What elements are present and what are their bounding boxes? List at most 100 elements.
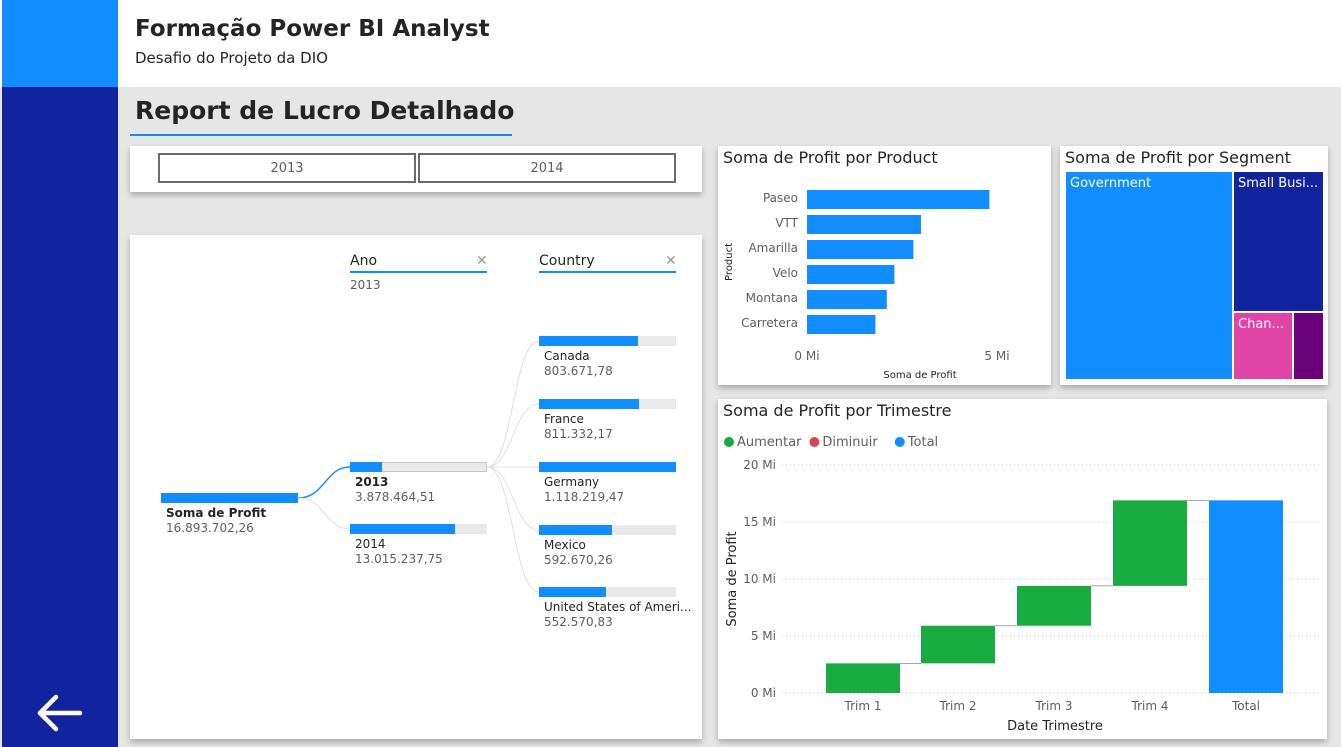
level-header-country: Country (539, 253, 595, 269)
node-bar (539, 399, 639, 409)
y-tick-label: 5 Mi (751, 629, 776, 643)
legend-label: Diminuir (822, 435, 878, 450)
connector-root-2013 (297, 466, 351, 499)
back-arrow-button[interactable] (34, 690, 86, 736)
node-label: 2014 (355, 537, 386, 551)
arrow-left-icon (37, 694, 83, 732)
close-icon[interactable]: ✕ (665, 253, 677, 269)
node-label: Germany (544, 475, 600, 489)
node-bar (539, 525, 612, 535)
waterfall-bar[interactable] (921, 625, 995, 664)
product-bar[interactable] (807, 265, 895, 284)
legend-marker (809, 437, 820, 447)
node-bar (350, 462, 382, 472)
tree-node-country[interactable]: United States of Ameri... 552.570,83 (539, 587, 691, 631)
x-tick-label: Trim 3 (1035, 699, 1073, 713)
connector-2013-canada (486, 340, 540, 468)
node-value: 811.332,17 (544, 427, 613, 441)
node-label: 2013 (355, 475, 389, 489)
node-value: 1.118.219,47 (544, 490, 625, 504)
product-bar[interactable] (807, 215, 921, 234)
tree-node-year[interactable]: 2013 3.878.464,51 (350, 462, 487, 506)
node-bar (539, 462, 676, 472)
legend-label: Aumentar (737, 435, 802, 450)
year-slicer: 2013 2014 (130, 146, 702, 192)
y-axis-title: Soma de Profit (725, 531, 740, 626)
tree-node-country[interactable]: Mexico 592.670,26 (539, 525, 676, 569)
product-bar[interactable] (807, 240, 914, 259)
y-tick-label: 0 Mi (751, 686, 776, 700)
node-value: 3.878.464,51 (355, 490, 436, 504)
node-value: 592.670,26 (544, 553, 613, 567)
y-tick-label: 15 Mi (743, 515, 776, 529)
app-subtitle: Desafio do Projeto da DIO (135, 49, 328, 67)
y-tick-label: Amarilla (748, 241, 798, 255)
connector-2013-france (486, 403, 540, 468)
legend-marker (724, 437, 734, 447)
tree-node-year[interactable]: 2014 13.015.237,75 (350, 524, 487, 568)
x-tick-label: Trim 4 (1131, 699, 1169, 713)
waterfall-bar[interactable] (1017, 585, 1091, 626)
x-tick-label: Trim 1 (844, 699, 882, 713)
node-label: Canada (544, 349, 590, 363)
tree-node-country[interactable]: Germany 1.118.219,47 (539, 462, 676, 506)
report-title-underline (130, 134, 512, 136)
level-filter-value: 2013 (350, 278, 381, 292)
node-bar (350, 524, 455, 534)
x-tick-label: 5 Mi (984, 349, 1009, 363)
treemap-label: Small Busi... (1238, 176, 1319, 191)
y-tick-label: Carretera (741, 316, 798, 330)
y-tick-label: Velo (773, 266, 798, 280)
node-label: Mexico (544, 538, 586, 552)
waterfall-chart: Aumentar Diminuir Total 0 Mi 5 Mi 10 Mi 15 Mi 2… (724, 435, 1320, 734)
x-axis-title: Date Trimestre (1007, 719, 1103, 734)
node-value: 13.015.237,75 (355, 552, 443, 566)
y-tick-label: 10 Mi (743, 572, 776, 586)
slicer-option-2013[interactable]: 2013 (158, 153, 416, 183)
chart-title: Soma de Profit por Segment (1065, 148, 1291, 167)
node-value: 803.671,78 (544, 364, 613, 378)
decomposition-tree: Ano ✕ 2013 Country ✕ Soma de Profit 16.8… (130, 235, 702, 739)
tree-node-root[interactable]: Soma de Profit 16.893.702,26 (161, 493, 298, 537)
tree-node-country[interactable]: Canada 803.671,78 (539, 336, 676, 380)
level-header-underline (350, 271, 487, 273)
y-tick-label: 20 Mi (743, 458, 776, 472)
level-header-underline (539, 271, 676, 273)
waterfall-bar[interactable] (1113, 500, 1187, 586)
treemap-label: Chan... (1238, 317, 1284, 332)
legend-label: Total (907, 435, 938, 450)
sidebar (2, 87, 118, 747)
x-tick-label: Total (1231, 699, 1260, 713)
y-tick-label: VTT (775, 216, 798, 230)
node-value: 16.893.702,26 (166, 521, 254, 535)
product-bar-chart: Paseo VTT Amarilla Velo Montana Carretera 0 Mi… (724, 190, 1010, 381)
product-bar[interactable] (807, 315, 876, 334)
y-axis-title: Product (724, 243, 735, 281)
trimestre-waterfall-chart: Soma de Profit por Trimestre Aumentar Dim… (718, 399, 1327, 739)
node-bar (161, 493, 298, 503)
treemap-cell-small-business[interactable]: Small Busi... (1233, 171, 1324, 312)
waterfall-bar[interactable] (826, 663, 900, 693)
node-label: France (544, 412, 584, 426)
segment-treemap: Soma de Profit por Segment Government Sm… (1060, 146, 1328, 385)
x-axis-title: Soma de Profit (883, 370, 956, 381)
y-tick-label: Paseo (763, 191, 798, 205)
waterfall-bar[interactable] (1209, 500, 1283, 693)
report-title: Report de Lucro Detalhado (135, 96, 515, 125)
treemap-cell-channel-partners[interactable]: Chan... (1233, 312, 1293, 380)
app-title: Formação Power BI Analyst (135, 16, 490, 42)
level-header-ano: Ano (350, 253, 378, 269)
node-bar (539, 336, 638, 346)
brand-block (2, 0, 118, 87)
connector-2013-usa (486, 466, 540, 593)
node-label: United States of Ameri... (544, 600, 692, 614)
node-value: 552.570,83 (544, 615, 613, 629)
product-bar[interactable] (807, 190, 990, 209)
product-chart: Soma de Profit por Product Paseo VTT Amari… (718, 146, 1051, 385)
slicer-option-2014[interactable]: 2014 (418, 153, 676, 183)
treemap-cell-segment-4[interactable] (1293, 312, 1324, 380)
product-bar[interactable] (807, 290, 887, 309)
close-icon[interactable]: ✕ (476, 253, 488, 269)
tree-node-country[interactable]: France 811.332,17 (539, 399, 676, 443)
treemap-cell-government[interactable]: Government (1065, 171, 1233, 380)
